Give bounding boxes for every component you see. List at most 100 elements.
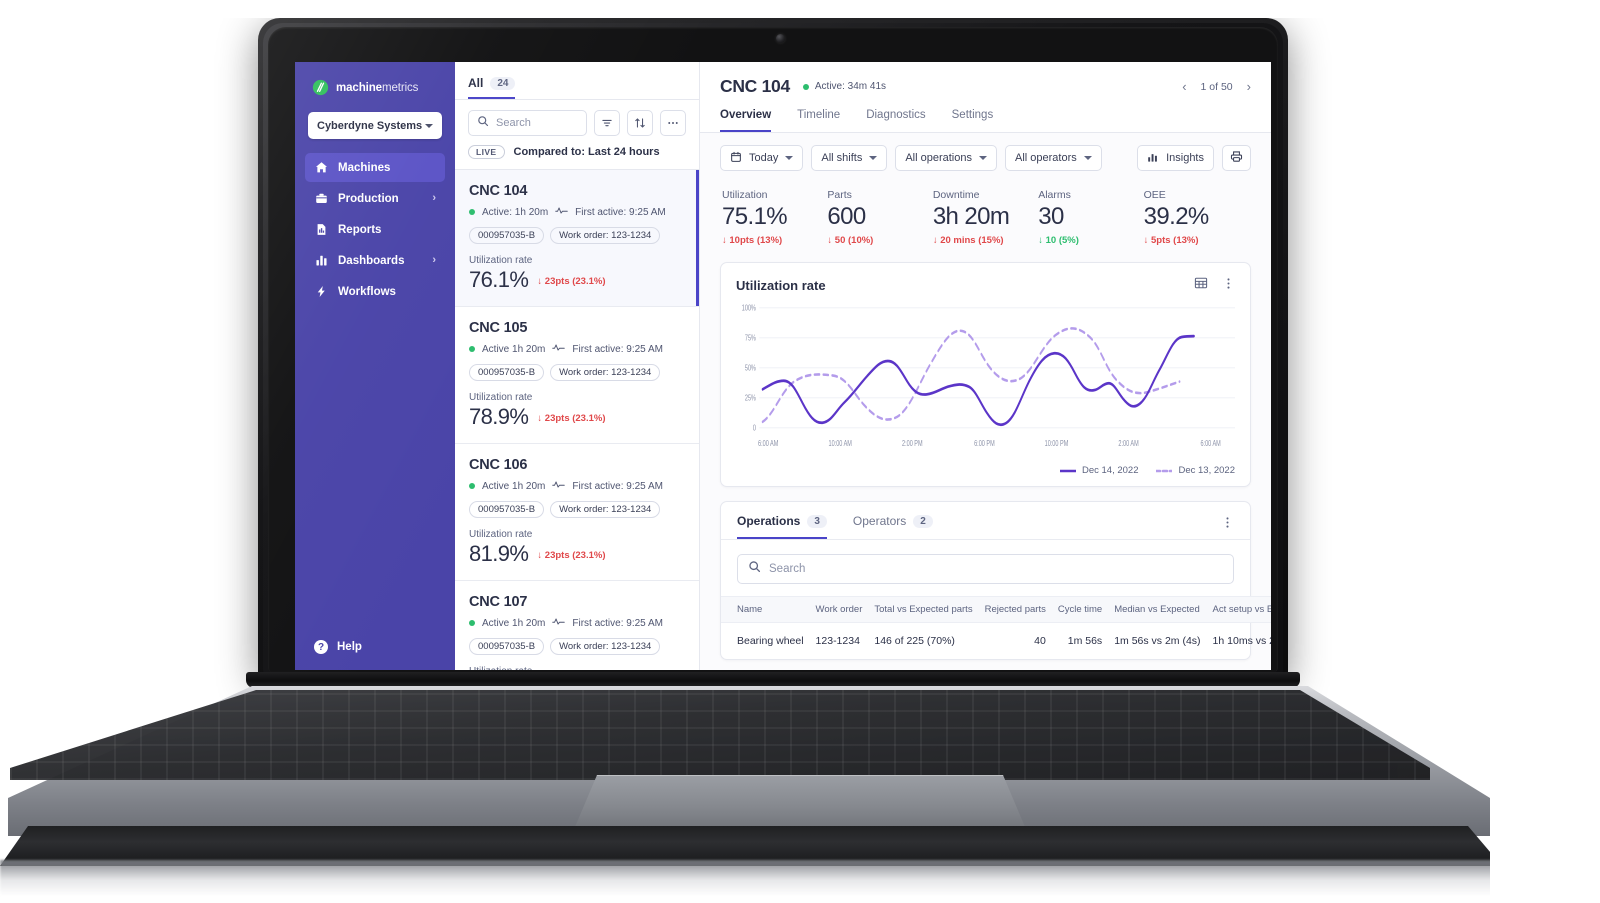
- kpi-label: Utilization: [722, 189, 768, 201]
- cell-total-vs-expected: 146 of 225 (70%): [874, 635, 955, 648]
- org-selector[interactable]: Cyberdyne Systems: [308, 112, 442, 139]
- sidebar-item-machines[interactable]: Machines: [305, 153, 445, 182]
- chart-title: Utilization rate: [736, 278, 826, 294]
- calendar-icon: [730, 151, 742, 166]
- pager-next-button[interactable]: ›: [1247, 80, 1251, 93]
- insights-chart-icon: [1147, 151, 1159, 166]
- machine-detail-pane: CNC 104 Active: 34m 41s ‹ 1 of 50 › Over…: [700, 62, 1271, 670]
- pager-prev-button[interactable]: ‹: [1182, 80, 1186, 93]
- machine-card-cnc-107[interactable]: CNC 107 Active 1h 20m First active: 9:25…: [455, 581, 699, 670]
- detail-body: Utilization 75.1% ↓ 10pts (13%) Parts 60…: [700, 183, 1271, 670]
- machine-search-box[interactable]: [468, 110, 587, 136]
- printer-icon: [1230, 150, 1243, 166]
- table-view-icon[interactable]: [1194, 276, 1208, 295]
- chart-more-icon[interactable]: [1222, 277, 1235, 295]
- machine-search-input[interactable]: [496, 117, 578, 129]
- sidebar-item-reports[interactable]: Reports: [305, 215, 445, 244]
- cell-name: Bearing wheel: [737, 635, 804, 648]
- part-number-chip: 000957035-B: [469, 638, 545, 656]
- legend-swatch-solid: [1059, 469, 1076, 473]
- chart-actions: [1194, 276, 1235, 295]
- status-dot-icon: [802, 83, 809, 90]
- col-work-order: Work order: [809, 596, 869, 624]
- operations-search-input[interactable]: [769, 563, 1223, 576]
- svg-text:10:00 AM: 10:00 AM: [829, 438, 852, 449]
- kpi-delta: ↓ 50 (10%): [827, 235, 874, 247]
- utilization-chart-card: Utilization rate 100% 75% 50% 25% 0 6:00…: [720, 262, 1251, 488]
- chart-x-axis-labels: 6:00 AM 10:00 AM 2:00 PM 6:00 PM 10:00 P…: [758, 438, 1221, 449]
- kpi-value: 600: [827, 203, 866, 230]
- home-icon: [314, 161, 328, 175]
- document-icon: [314, 223, 328, 237]
- table-row[interactable]: Bearing wheel 123-1234 146 of 225 (70%) …: [721, 623, 1271, 660]
- activity-pulse-icon: [552, 480, 566, 492]
- utilization-label: Utilization rate: [469, 529, 533, 541]
- utilization-row: 81.9% ↓ 23pts (23.1%): [469, 542, 685, 565]
- svg-text:50%: 50%: [745, 363, 757, 374]
- date-range-button[interactable]: Today: [720, 145, 804, 171]
- detail-tabs: Overview Timeline Diagnostics Settings: [720, 109, 1251, 132]
- operations-table-head: Name Work order Total vs Expected parts …: [721, 596, 1271, 624]
- legend-swatch-dashed: [1156, 469, 1173, 473]
- operations-table-body: Bearing wheel 123-1234 146 of 225 (70%) …: [721, 623, 1271, 660]
- filter-button[interactable]: [594, 110, 620, 136]
- kpi-parts: Parts 600 ↓ 50 (10%): [827, 189, 932, 246]
- tab-settings[interactable]: Settings: [952, 109, 994, 132]
- operations-filter-button[interactable]: All operations: [895, 145, 997, 171]
- tab-operators[interactable]: Operators 2: [853, 514, 933, 539]
- tab-overview[interactable]: Overview: [720, 109, 772, 132]
- kpi-oee: OEE 39.2% ↓ 5pts (13%): [1144, 189, 1249, 246]
- part-number-chip: 000957035-B: [469, 501, 545, 519]
- machine-card-cnc-105[interactable]: CNC 105 Active 1h 20m First active: 9:25…: [455, 307, 699, 445]
- tab-all-label: All: [468, 76, 484, 90]
- operators-filter-button[interactable]: All operators: [1004, 145, 1102, 171]
- chevron-down-icon: [978, 156, 987, 160]
- operations-search-box[interactable]: [737, 554, 1234, 585]
- sidebar-item-dashboards[interactable]: Dashboards ›: [305, 246, 445, 275]
- tab-all-machines[interactable]: All 24: [468, 76, 516, 99]
- legend-label: Dec 14, 2022: [1081, 465, 1139, 477]
- machine-first-active: First active: 9:25 AM: [572, 343, 663, 355]
- svg-text:6:00 AM: 6:00 AM: [758, 438, 778, 449]
- svg-text:2:00 PM: 2:00 PM: [902, 438, 923, 449]
- utilization-value: 78.9%: [469, 404, 529, 430]
- pager: ‹ 1 of 50 ›: [1182, 80, 1251, 93]
- kpi-row: Utilization 75.1% ↓ 10pts (13%) Parts 60…: [720, 183, 1251, 262]
- kpi-alarms: Alarms 30 ↓ 10 (5%): [1038, 189, 1143, 246]
- operations-tabs: Operations 3 Operators 2: [721, 502, 1250, 541]
- sort-button[interactable]: [627, 110, 653, 136]
- insights-button[interactable]: Insights: [1137, 145, 1214, 171]
- work-order-chip: Work order: 123-1234: [550, 501, 661, 519]
- svg-text:75%: 75%: [745, 333, 757, 344]
- utilization-value: 81.9%: [469, 541, 529, 567]
- laptop-hinge: [246, 672, 1300, 688]
- col-rejected-parts: Rejected parts: [978, 596, 1052, 624]
- cell-cycle-time: 1m 56s: [1067, 635, 1103, 648]
- machine-card-cnc-106[interactable]: CNC 106 Active 1h 20m First active: 9:25…: [455, 444, 699, 582]
- machine-first-active: First active: 9:25 AM: [572, 480, 663, 492]
- tab-all-count: 24: [490, 76, 516, 90]
- more-options-button[interactable]: [660, 110, 686, 136]
- kpi-delta: ↓ 10pts (13%): [722, 235, 783, 247]
- chart-y-axis-labels: 100% 75% 50% 25% 0: [742, 303, 757, 434]
- print-button[interactable]: [1222, 145, 1251, 171]
- operations-more-icon[interactable]: [1221, 516, 1234, 534]
- machine-chips: 000957035-B Work order: 123-1234: [469, 501, 685, 519]
- machine-card-cnc-104[interactable]: CNC 104 Active: 1h 20m First active: 9:2…: [455, 170, 699, 308]
- tab-operations[interactable]: Operations 3: [737, 514, 827, 540]
- tab-timeline[interactable]: Timeline: [797, 109, 840, 132]
- machine-list-scroll[interactable]: CNC 104 Active: 1h 20m First active: 9:2…: [455, 170, 699, 670]
- help-link[interactable]: ? Help: [295, 640, 455, 670]
- chevron-down-icon: [869, 156, 878, 160]
- legend-item-dec-14: Dec 14, 2022: [1059, 465, 1139, 477]
- shifts-filter-button[interactable]: All shifts: [811, 145, 888, 171]
- svg-text:25%: 25%: [745, 393, 757, 404]
- col-cycle-time: Cycle time: [1051, 596, 1109, 624]
- machine-chips: 000957035-B Work order: 123-1234: [469, 364, 685, 382]
- activity-pulse-icon: [552, 617, 566, 629]
- keyboard-keys: [10, 690, 1430, 780]
- sidebar-item-production[interactable]: Production ›: [305, 184, 445, 213]
- tab-diagnostics[interactable]: Diagnostics: [866, 109, 925, 132]
- svg-text:10:00 PM: 10:00 PM: [1045, 438, 1069, 449]
- sidebar-item-workflows[interactable]: Workflows: [305, 277, 445, 306]
